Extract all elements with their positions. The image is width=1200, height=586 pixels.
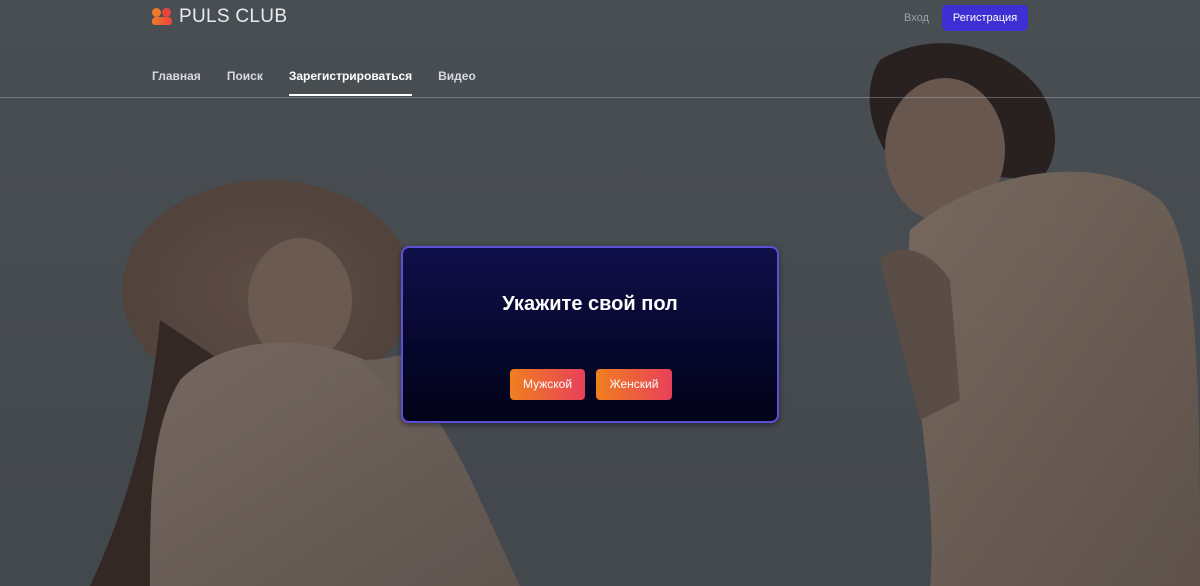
main-nav: Главная Поиск Зарегистрироваться Видео xyxy=(152,69,502,97)
login-link[interactable]: Вход xyxy=(904,11,929,25)
site-header: PULS CLUB Вход Регистрация Главная Поиск… xyxy=(0,0,1200,98)
nav-item-video[interactable]: Видео xyxy=(438,69,476,97)
gender-dialog: Укажите свой пол Мужской Женский xyxy=(401,246,779,423)
nav-item-search[interactable]: Поиск xyxy=(227,69,263,97)
nav-item-signup[interactable]: Зарегистрироваться xyxy=(288,69,413,97)
logo[interactable]: PULS CLUB xyxy=(152,5,287,29)
logo-icon xyxy=(152,8,173,26)
brand-name: PULS CLUB xyxy=(179,6,288,27)
nav-item-home[interactable]: Главная xyxy=(152,69,201,97)
male-button[interactable]: Мужской xyxy=(510,369,585,400)
dialog-title: Укажите свой пол xyxy=(502,293,678,315)
register-button[interactable]: Регистрация xyxy=(942,5,1028,31)
female-button[interactable]: Женский xyxy=(596,369,672,400)
page: PULS CLUB Вход Регистрация Главная Поиск… xyxy=(0,0,1200,586)
